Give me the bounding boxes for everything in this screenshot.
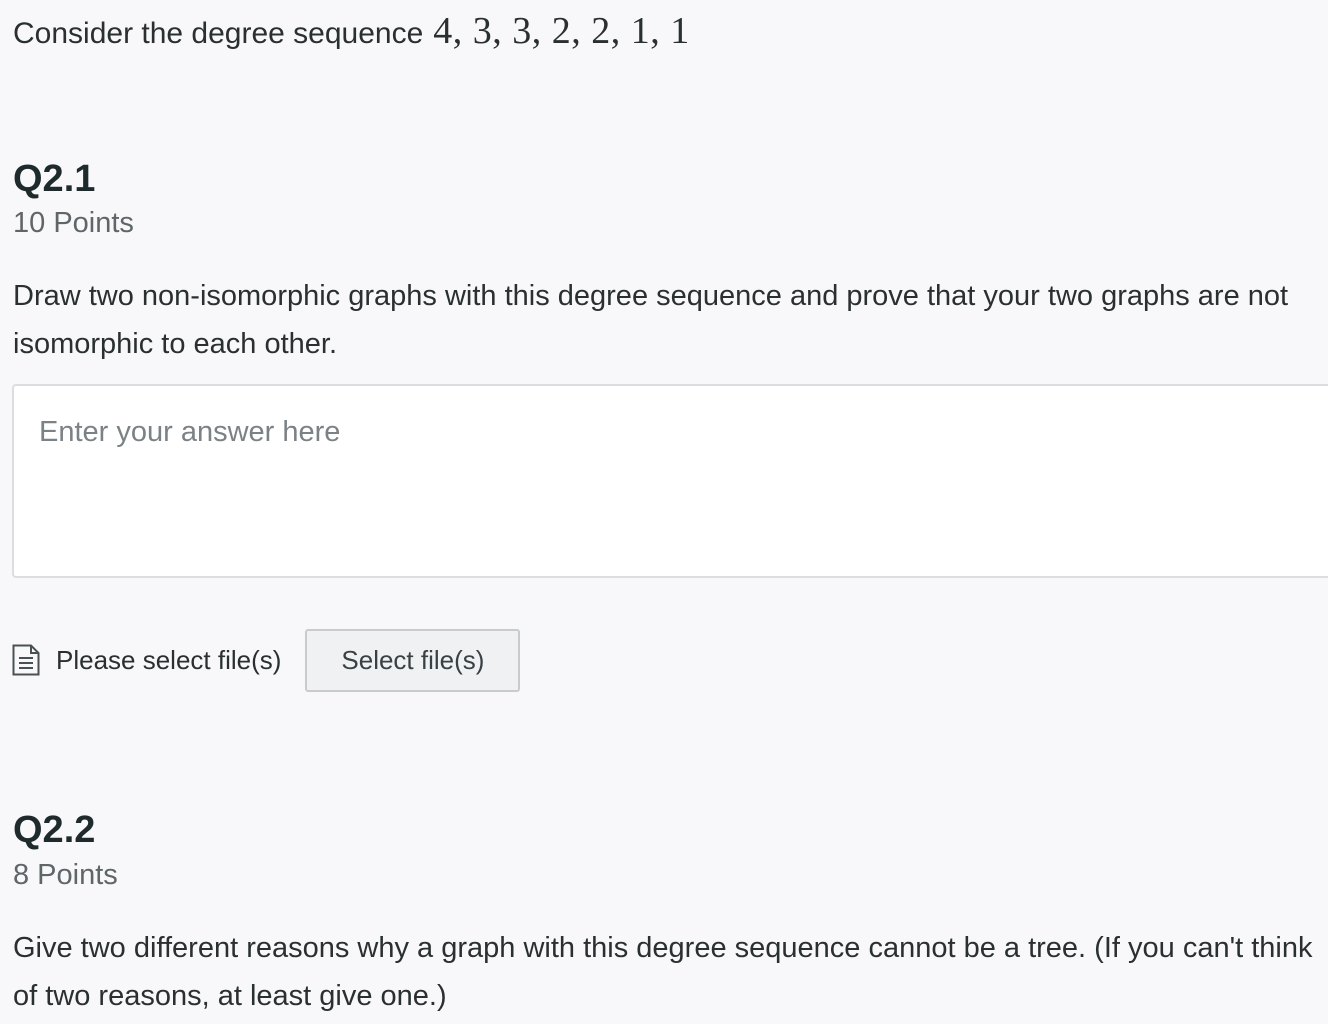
select-files-button[interactable]: Select file(s)	[305, 628, 521, 692]
answer-input-q2-1[interactable]	[14, 386, 1328, 576]
file-status-label: Please select file(s)	[56, 644, 282, 675]
document-icon	[12, 644, 40, 676]
question-intro: Consider the degree sequence 4, 3, 3, 2, …	[13, 8, 690, 57]
answer-box-q2-1	[12, 384, 1328, 578]
question-title-q2-2: Q2.2	[13, 809, 96, 851]
intro-text: Consider the degree sequence	[13, 17, 424, 50]
question-title-q2-1: Q2.1	[13, 158, 96, 200]
question-points-q2-1: 10 Points	[13, 207, 134, 239]
file-upload-row-q2-1: Please select file(s) Select file(s)	[12, 628, 521, 692]
question-points-q2-2: 8 Points	[13, 859, 118, 891]
question-prompt-q2-1: Draw two non-isomorphic graphs with this…	[13, 280, 1289, 360]
question-prompt-q2-2: Give two different reasons why a graph w…	[13, 932, 1313, 1012]
degree-sequence: 4, 3, 3, 2, 2, 1, 1	[433, 10, 690, 52]
